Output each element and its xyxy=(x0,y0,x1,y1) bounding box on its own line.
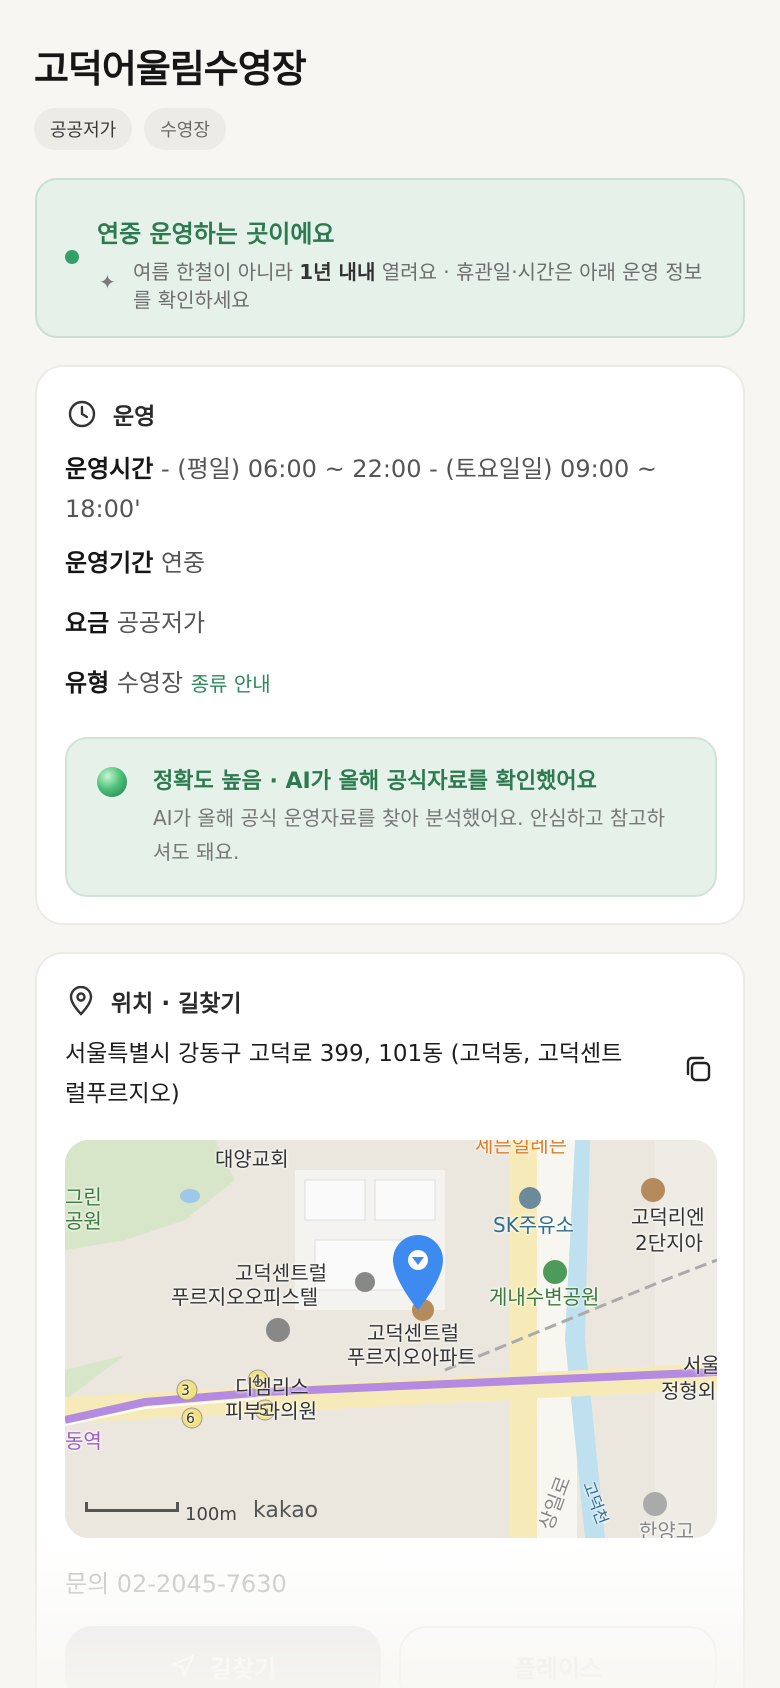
chip-type[interactable]: 수영장 xyxy=(144,108,226,150)
location-title: 위치 · 길찾기 xyxy=(111,991,242,1017)
operation-title: 운영 xyxy=(113,404,156,430)
location-card: 위치 · 길찾기 서울특별시 강동구 고덕로 399, 101동 (고덕동, 고… xyxy=(35,952,745,1688)
sparkle-icon: ✦ xyxy=(99,270,116,294)
location-header: 위치 · 길찾기 xyxy=(67,984,242,1018)
ai-description: AI가 올해 공식 운영자료를 찾아 분석했어요. 안심하고 참고하셔도 돼요. xyxy=(153,806,666,864)
map-scale-bar xyxy=(85,1502,179,1512)
status-dot-icon xyxy=(65,250,79,264)
map-label-ien-a: 고덕리엔 xyxy=(631,1205,705,1229)
map-label-clinic-b: 피부과의원 xyxy=(225,1399,317,1423)
type-guide-link[interactable]: 종류 안내 xyxy=(191,672,271,696)
clock-icon xyxy=(68,400,96,428)
map-view[interactable]: 대양교회 세븐일레븐 그린 공원 SK주유소 고덕리엔 2단지아 고덕센트럴 푸… xyxy=(65,1140,717,1538)
route-button[interactable]: 길찾기 xyxy=(65,1626,381,1688)
map-exit-5: 5 xyxy=(259,1403,268,1419)
operation-header: 운영 xyxy=(67,397,155,431)
fee-row: 요금 공공저가 xyxy=(65,609,206,637)
map-label-church: 대양교회 xyxy=(215,1147,289,1171)
address-text: 서울특별시 강동구 고덕로 399, 101동 (고덕동, 고덕센트럴푸르지오) xyxy=(65,1041,623,1107)
map-label-sk: SK주유소 xyxy=(493,1213,575,1237)
place-button-label: 플레이스 xyxy=(513,1654,603,1683)
map-label-office-b: 푸르지오오피스텔 xyxy=(171,1285,319,1309)
map-label-seven: 세븐일레븐 xyxy=(475,1140,567,1157)
map-label-park-a: 그린 xyxy=(65,1185,102,1209)
page-title: 고덕어울림수영장 xyxy=(34,47,307,91)
ai-accuracy-box: 정확도 높음 · AI가 올해 공식자료를 확인했어요 AI가 올해 공식 운영… xyxy=(65,737,717,897)
map-exit-4: 4 xyxy=(252,1373,261,1389)
contact-phone[interactable]: 문의 02-2045-7630 xyxy=(65,1564,287,1599)
map-label-clinic-a: 디엠리스 xyxy=(235,1375,309,1399)
operation-card: 운영 운영시간 - (평일) 06:00 ~ 22:00 - (토요일일) 09… xyxy=(35,365,745,925)
map-scale-label: 100m xyxy=(185,1504,237,1525)
kakao-logo: kakao xyxy=(253,1498,319,1523)
category-chips: 공공저가 수영장 xyxy=(34,108,226,150)
map-label-seoul-b: 정형외 xyxy=(661,1379,717,1403)
map-label-apt-b: 푸르지오아파트 xyxy=(347,1345,476,1369)
map-label-ien-b: 2단지아 xyxy=(635,1231,703,1255)
chip-price[interactable]: 공공저가 xyxy=(34,108,133,150)
map-label-school: 한양고 xyxy=(639,1519,695,1538)
map-label-apt-a: 고덕센트럴 xyxy=(367,1321,459,1345)
banner-heading: 연중 운영하는 곳이에요 xyxy=(97,220,335,248)
copy-icon[interactable] xyxy=(683,1054,713,1084)
ai-orb-icon xyxy=(97,767,127,797)
map-label-station: 동역 xyxy=(65,1429,102,1453)
map-label-gaenae-park: 게내수변공원 xyxy=(489,1285,600,1309)
map-label-park-b: 공원 xyxy=(65,1209,102,1233)
map-label-seoul-a: 서울 xyxy=(683,1353,717,1377)
map-exit-6: 6 xyxy=(186,1411,195,1427)
map-exit-3: 3 xyxy=(181,1383,190,1399)
type-row: 유형 수영장 종류 안내 xyxy=(65,669,271,697)
banner-description: 여름 한철이 아니라 1년 내내 열려요 · 휴관일·시간은 아래 운영 정보를… xyxy=(133,260,703,312)
year-round-banner: 연중 운영하는 곳이에요 ✦ 여름 한철이 아니라 1년 내내 열려요 · 휴관… xyxy=(35,178,745,338)
period-row: 운영기간 연중 xyxy=(65,549,206,577)
navigation-arrow-icon xyxy=(171,1654,195,1678)
place-button[interactable]: 플레이스 xyxy=(399,1626,717,1688)
location-pin-icon xyxy=(69,986,93,1016)
route-button-label: 길찾기 xyxy=(209,1654,277,1683)
hours-row: 운영시간 - (평일) 06:00 ~ 22:00 - (토요일일) 09:00… xyxy=(65,455,657,523)
ai-heading: 정확도 높음 · AI가 올해 공식자료를 확인했어요 xyxy=(153,769,597,794)
map-label-office-a: 고덕센트럴 xyxy=(235,1261,327,1285)
